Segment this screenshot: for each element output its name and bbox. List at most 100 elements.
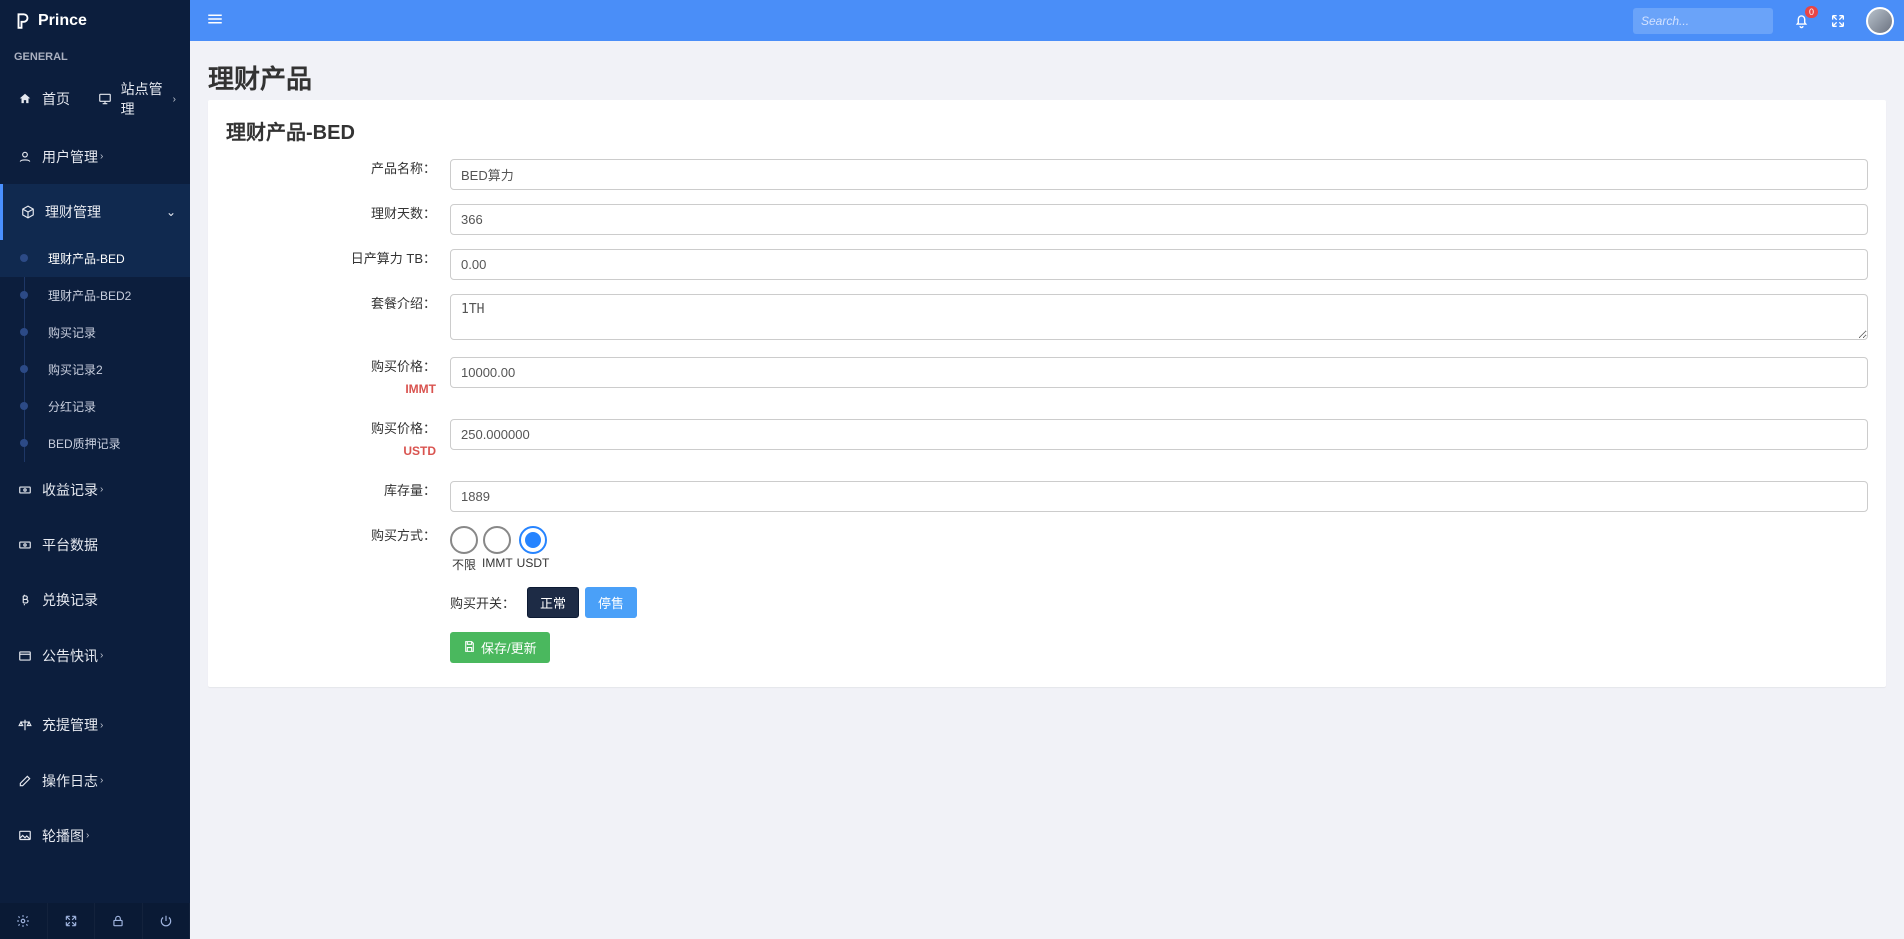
lock-icon	[111, 914, 125, 928]
sidebar-item-revenue-records[interactable]: 收益记录 ›	[0, 462, 190, 517]
fullscreen-button[interactable]	[1830, 13, 1846, 29]
save-icon	[463, 640, 476, 656]
label-price-immt: 购买价格： IMMT	[226, 357, 450, 399]
sidebar-subitem-label: 购买记录2	[48, 363, 103, 377]
sidebar-subitem-bed-staking[interactable]: BED质押记录	[0, 425, 190, 462]
sidebar-section-label: GENERAL	[0, 41, 190, 69]
input-stock[interactable]	[450, 481, 1868, 512]
chevron-right-icon: ›	[173, 94, 176, 105]
sidebar-subitem-bed[interactable]: 理财产品-BED	[0, 240, 190, 277]
sidebar-item-label: 收益记录	[42, 480, 98, 500]
label-sub: IMMT	[226, 379, 436, 399]
sidebar-item-label: 站点管理	[121, 79, 171, 119]
expand-icon	[64, 914, 78, 928]
money-icon	[14, 483, 36, 497]
footer-lock-button[interactable]	[95, 903, 143, 939]
sidebar-item-carousel[interactable]: 轮播图 ›	[0, 808, 190, 863]
monitor-icon	[95, 92, 115, 106]
money-icon	[14, 538, 36, 552]
chevron-right-icon: ›	[100, 775, 103, 786]
sidebar-item-op-log[interactable]: 操作日志 ›	[0, 753, 190, 808]
home-icon	[14, 92, 36, 106]
expand-icon	[1830, 13, 1846, 29]
bitcoin-icon	[14, 593, 36, 607]
sidebar-item-label: 充提管理	[42, 715, 98, 735]
user-icon	[14, 150, 36, 164]
hamburger-icon	[206, 10, 224, 28]
window-icon	[14, 649, 36, 663]
page-title: 理财产品	[208, 59, 1886, 96]
sidebar-subitem-label: 分红记录	[48, 400, 96, 414]
label-text: 购买价格：	[371, 421, 436, 436]
sidebar-subitem-bed2[interactable]: 理财产品-BED2	[0, 277, 190, 314]
sidebar-item-deposit-mgmt[interactable]: 充提管理 ›	[0, 697, 190, 752]
sidebar-item-home[interactable]: 首页	[14, 75, 95, 123]
box-icon	[17, 205, 39, 219]
sidebar-subitem-dividend-records[interactable]: 分红记录	[0, 388, 190, 425]
sidebar-submenu-finance: 理财产品-BED 理财产品-BED2 购买记录 购买记录2 分红记录 BED质押…	[0, 240, 190, 462]
sidebar-item-label: 操作日志	[42, 771, 98, 791]
gear-icon	[16, 914, 30, 928]
radio-usdt[interactable]	[519, 526, 547, 554]
footer-power-button[interactable]	[143, 903, 191, 939]
chevron-down-icon: ⌄	[166, 205, 176, 219]
panel: 理财产品-BED 产品名称： 理财天数： 日产算力 TB： 套餐介绍： 1TH	[208, 100, 1886, 687]
menu-toggle-button[interactable]	[200, 6, 230, 35]
label-stock: 库存量：	[226, 481, 450, 512]
notification-badge: 0	[1805, 6, 1818, 18]
label-text: 购买价格：	[371, 359, 436, 374]
radio-label: 不限	[452, 556, 476, 573]
label-price-usdt: 购买价格： USTD	[226, 419, 450, 461]
radio-immt[interactable]	[483, 526, 511, 554]
avatar[interactable]	[1866, 7, 1894, 35]
sidebar-item-user-mgmt[interactable]: 用户管理 ›	[0, 129, 190, 184]
sidebar-item-label: 理财管理	[45, 202, 101, 222]
brand[interactable]: Prince	[0, 0, 190, 41]
switch-stop-button[interactable]: 停售	[585, 587, 637, 618]
label-product-name: 产品名称：	[226, 159, 450, 190]
search-input[interactable]	[1641, 14, 1796, 28]
chevron-right-icon: ›	[86, 830, 89, 841]
sidebar-item-label: 首页	[42, 89, 70, 109]
panel-subtitle: 理财产品-BED	[226, 116, 1868, 145]
sidebar-item-announcements[interactable]: 公告快讯 ›	[0, 628, 190, 683]
sidebar-item-label: 用户管理	[42, 147, 98, 167]
switch-normal-button[interactable]: 正常	[527, 587, 579, 618]
label-days: 理财天数：	[226, 204, 450, 235]
label-buy-mode: 购买方式：	[226, 526, 450, 573]
radio-label: USDT	[517, 556, 550, 570]
sidebar-item-finance-mgmt[interactable]: 理财管理 ⌄	[0, 184, 190, 239]
sidebar-item-label: 公告快讯	[42, 646, 98, 666]
sidebar-subitem-buy-records[interactable]: 购买记录	[0, 314, 190, 351]
radio-group-buy-mode: 不限 IMMT USDT	[450, 526, 1868, 573]
input-days[interactable]	[450, 204, 1868, 235]
label-sub: USTD	[226, 441, 436, 461]
sidebar-item-label: 轮播图	[42, 826, 84, 846]
textarea-package-intro[interactable]: 1TH	[450, 294, 1868, 340]
notification-button[interactable]: 0	[1793, 12, 1810, 29]
sidebar-footer	[0, 903, 190, 939]
chevron-right-icon: ›	[100, 650, 103, 661]
sidebar: Prince GENERAL 首页 站点管理 › 用户管理 › 理财管理 ⌄	[0, 0, 190, 939]
input-price-usdt[interactable]	[450, 419, 1868, 450]
sidebar-item-label: 平台数据	[42, 535, 98, 555]
footer-expand-button[interactable]	[48, 903, 96, 939]
input-price-immt[interactable]	[450, 357, 1868, 388]
scale-icon	[14, 718, 36, 732]
chevron-right-icon: ›	[100, 484, 103, 495]
footer-settings-button[interactable]	[0, 903, 48, 939]
radio-label: IMMT	[482, 556, 513, 570]
sidebar-subitem-buy-records2[interactable]: 购买记录2	[0, 351, 190, 388]
sidebar-item-platform-data[interactable]: 平台数据	[0, 517, 190, 572]
image-icon	[14, 829, 36, 843]
input-product-name[interactable]	[450, 159, 1868, 190]
sidebar-item-exchange-records[interactable]: 兑换记录	[0, 573, 190, 628]
sidebar-subitem-label: 理财产品-BED2	[48, 289, 131, 303]
save-button-label: 保存/更新	[481, 638, 537, 657]
sidebar-item-site-mgmt[interactable]: 站点管理 ›	[95, 75, 176, 123]
save-button[interactable]: 保存/更新	[450, 632, 550, 663]
input-daily-tb[interactable]	[450, 249, 1868, 280]
brand-text: Prince	[38, 12, 87, 30]
radio-unlimited[interactable]	[450, 526, 478, 554]
search-wrap	[1633, 8, 1773, 34]
